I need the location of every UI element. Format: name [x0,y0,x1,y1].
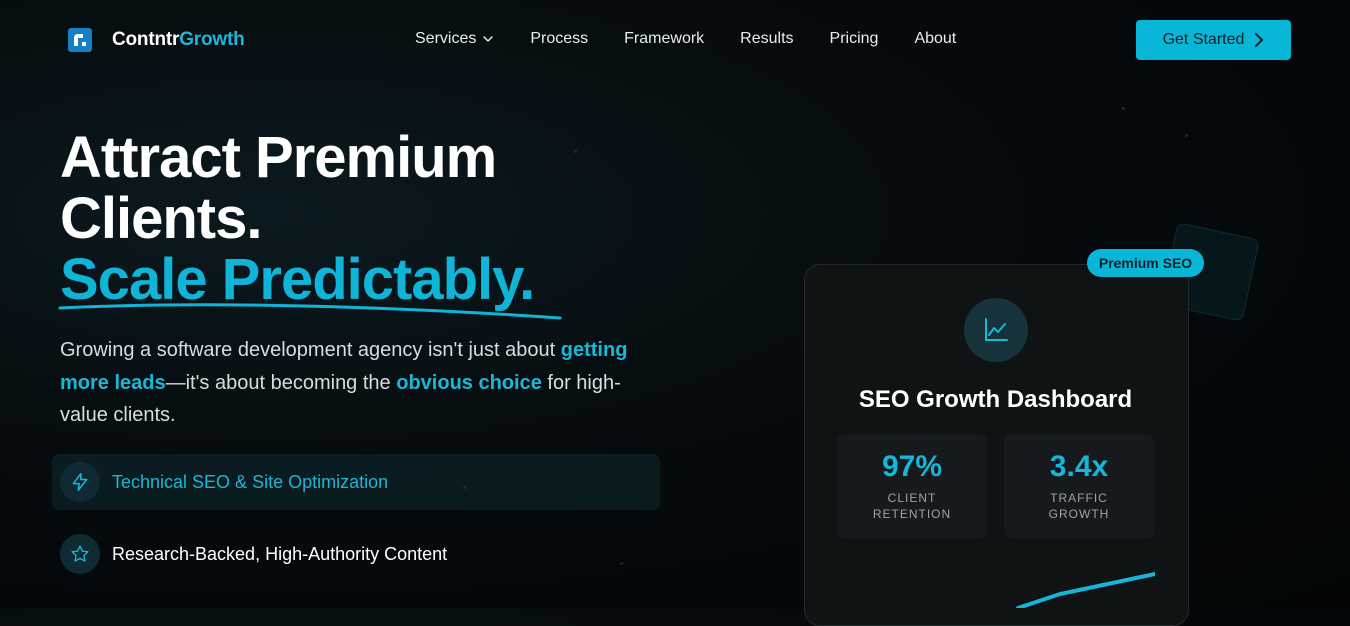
headline-underline [58,303,562,320]
feature-content[interactable]: Research-Backed, High-Authority Content [52,526,660,582]
background-dot [574,150,577,153]
get-started-button[interactable]: Get Started [1136,20,1291,60]
brand-logo[interactable]: ContntrGrowth [68,28,245,52]
nav-item-label: Process [530,30,589,47]
get-started-label: Get Started [1162,31,1245,48]
feature-technical-seo[interactable]: Technical SEO & Site Optimization [52,454,660,510]
feature-label: Technical SEO & Site Optimization [112,471,389,492]
brand-name: ContntrGrowth [112,29,245,51]
logo-mark-icon [68,28,92,52]
nav-item-label: Framework [624,30,705,47]
nav-item-results[interactable]: Results [740,30,793,48]
lead-highlight-choice: obvious choice [396,371,542,394]
stat-caption: CLIENT RETENTION [872,491,952,521]
stat-traffic-growth: 3.4x TRAFFIC GROWTH [1004,434,1154,538]
stat-value: 3.4x [1049,450,1109,483]
brand-name-part2: Growth [179,29,245,50]
chevron-right-icon [1255,33,1264,47]
nav-item-services[interactable]: Services [415,30,494,48]
nav-item-process[interactable]: Process [530,30,588,48]
headline-line1: Attract Premium [60,125,497,190]
main-nav: Services Process Framework Results Prici… [415,30,992,48]
lead-part2: —it's about becoming the [165,371,397,394]
nav-item-label: About [914,30,957,47]
lead-part1: Growing a software development agency is… [60,339,561,361]
nav-item-about[interactable]: About [914,30,956,48]
growth-chart [1016,572,1155,608]
premium-seo-badge: Premium SEO [1087,249,1204,277]
hero-lead: Growing a software development agency is… [60,334,660,432]
lightning-icon [60,462,100,502]
growth-line [1016,572,1155,608]
nav-item-label: Results [740,30,794,47]
stat-client-retention: 97% CLIENT RETENTION [837,434,987,538]
dashboard-title: SEO Growth Dashboard [858,386,1133,413]
nav-item-pricing[interactable]: Pricing [830,30,879,48]
background-dot [1122,107,1125,110]
star-icon [60,534,100,574]
chevron-down-icon [483,36,494,42]
stat-value: 97% [881,450,943,483]
brand-name-part1: Contntr [112,29,180,50]
hero-headline: Attract Premium Clients. Scale Predictab… [60,125,535,310]
site-header: ContntrGrowth Services Process Framework… [0,0,1350,80]
feature-label: Research-Backed, High-Authority Content [112,543,448,564]
line-chart-icon [964,298,1028,362]
nav-item-label: Services [415,30,477,47]
stat-caption: TRAFFIC GROWTH [1048,491,1110,521]
nav-item-framework[interactable]: Framework [624,30,704,48]
headline-line2: Clients. [60,186,262,251]
background-dot [1185,134,1188,137]
nav-item-label: Pricing [829,30,879,47]
